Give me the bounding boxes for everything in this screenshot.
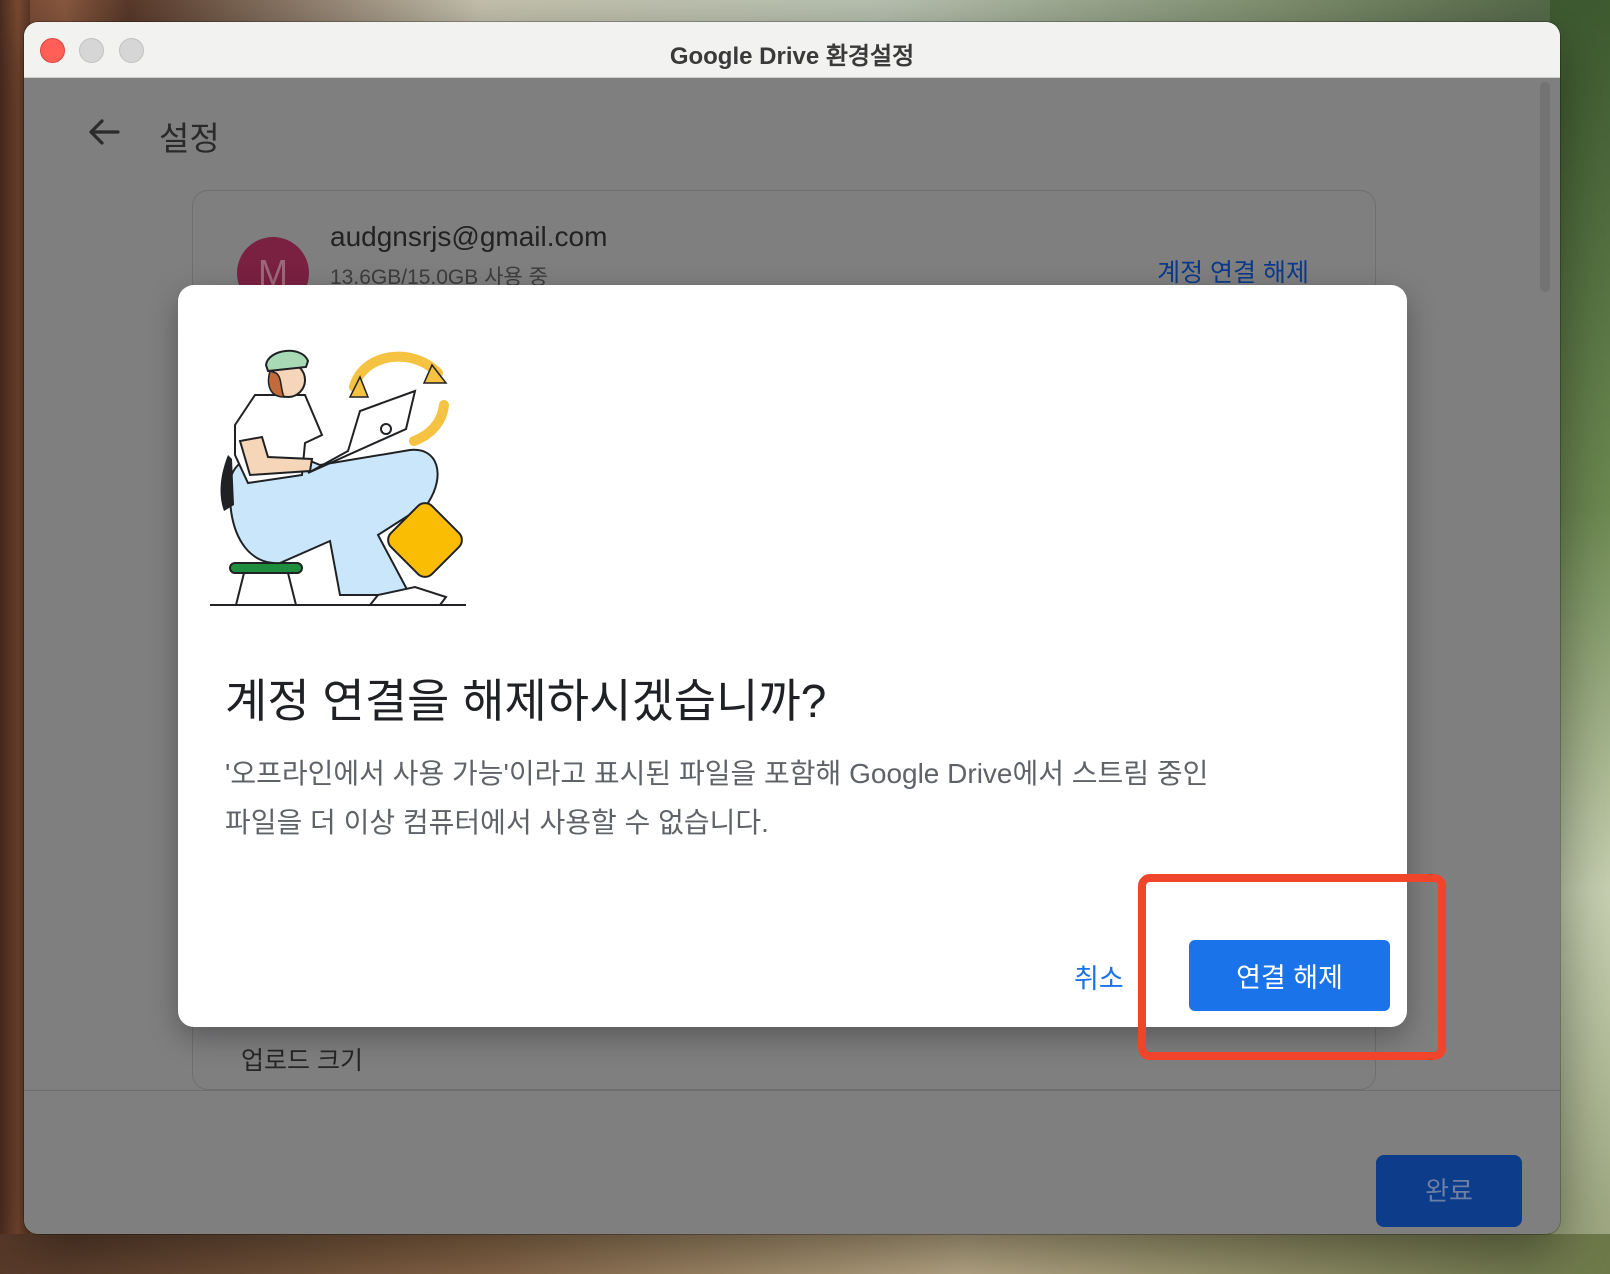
highlight-annotation [1138,874,1446,1060]
scrollbar-thumb[interactable] [1540,82,1550,292]
person-laptop-sync-illustration [210,349,466,606]
title-bar: Google Drive 환경설정 [24,22,1560,78]
footer-divider [24,1090,1560,1091]
scrollbar[interactable] [1540,78,1556,1108]
upload-size-label: 업로드 크기 [241,1047,363,1075]
dialog-message-line-1: '오프라인에서 사용 가능'이라고 표시된 파일을 포함해 Google Dri… [225,758,1209,789]
page-title: 설정 [159,120,220,157]
disconnect-account-link[interactable]: 계정 연결 해제 [1157,253,1309,289]
window-title: Google Drive 환경설정 [669,43,915,70]
desktop-wallpaper-bottom [0,1234,1610,1274]
account-email: audgnsrjs@gmail.com [330,221,608,252]
dialog-title: 계정 연결을 해제하시겠습니까? [225,675,827,727]
arrow-left-icon[interactable] [84,112,124,152]
cancel-button[interactable]: 취소 [1074,957,1124,996]
dialog-message: '오프라인에서 사용 가능'이라고 표시된 파일을 포함해 Google Dri… [225,749,1325,847]
dialog-message-line-2: 파일을 더 이상 컴퓨터에서 사용할 수 없습니다. [225,807,769,838]
done-button[interactable]: 완료 [1376,1155,1522,1227]
